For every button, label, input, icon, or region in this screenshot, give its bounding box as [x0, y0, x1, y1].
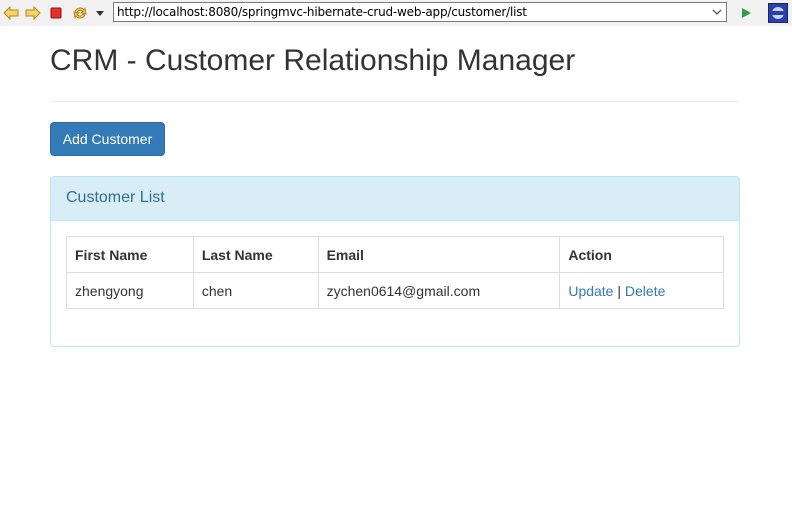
- column-header-last-name: Last Name: [192, 236, 319, 273]
- back-icon[interactable]: [2, 4, 20, 22]
- cell-first-name: zhengyong: [66, 272, 194, 309]
- table-header-row: First Name Last Name Email Action: [66, 236, 724, 273]
- address-bar[interactable]: http://localhost:8080/springmvc-hibernat…: [113, 2, 727, 22]
- update-link[interactable]: Update: [568, 283, 613, 299]
- go-icon[interactable]: [737, 4, 755, 22]
- delete-link[interactable]: Delete: [625, 283, 665, 299]
- table-row: zhengyong chen zychen0614@gmail.com Upda…: [66, 272, 724, 309]
- panel-title: Customer List: [66, 189, 165, 206]
- address-dropdown-icon[interactable]: [710, 5, 724, 19]
- column-header-action: Action: [559, 236, 724, 273]
- cell-last-name: chen: [192, 272, 319, 309]
- action-separator: |: [617, 282, 622, 299]
- cell-email: zychen0614@gmail.com: [317, 272, 561, 309]
- customer-table: First Name Last Name Email Action zhengy…: [66, 236, 724, 309]
- page-title: CRM - Customer Relationship Manager: [50, 44, 576, 77]
- menu-dropdown-icon[interactable]: [91, 4, 109, 22]
- browser-toolbar: http://localhost:8080/springmvc-hibernat…: [0, 0, 792, 26]
- forward-icon[interactable]: [24, 4, 42, 22]
- column-header-first-name: First Name: [66, 236, 194, 273]
- panel-heading: Customer List: [51, 177, 739, 221]
- refresh-icon[interactable]: [71, 4, 89, 22]
- address-bar-url[interactable]: http://localhost:8080/springmvc-hibernat…: [117, 5, 527, 19]
- title-divider: [50, 101, 739, 102]
- stop-icon[interactable]: [47, 4, 65, 22]
- customer-list-panel: Customer List First Name Last Name Email…: [50, 176, 740, 347]
- browser-logo-icon[interactable]: [767, 2, 789, 24]
- cell-action: Update | Delete: [559, 272, 724, 309]
- column-header-email: Email: [317, 236, 561, 273]
- add-customer-button[interactable]: Add Customer: [50, 122, 165, 156]
